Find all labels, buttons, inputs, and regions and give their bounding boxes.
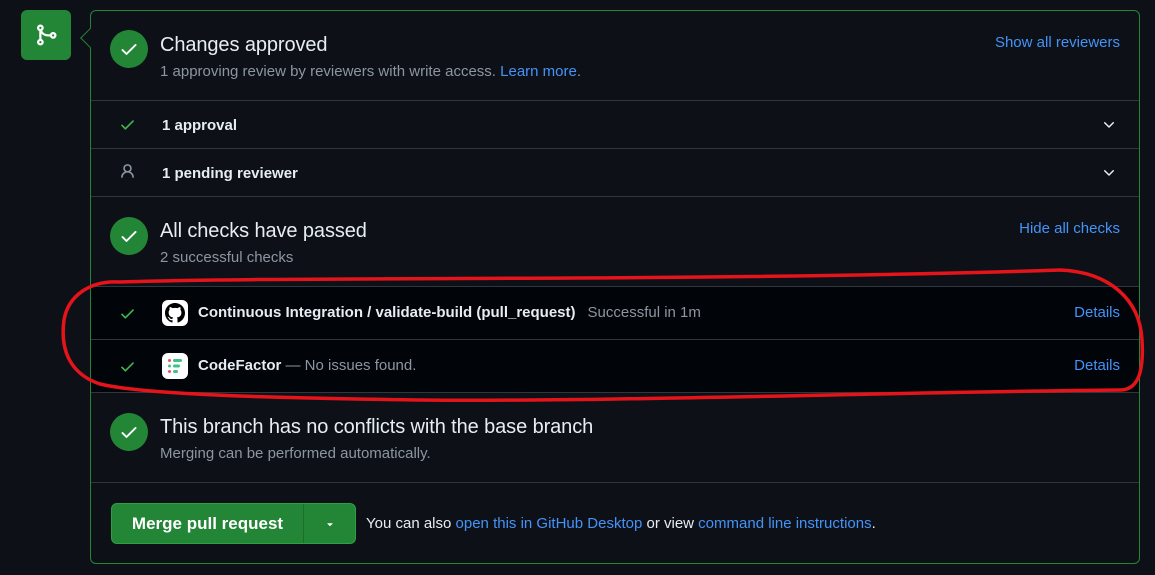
checks-subtitle: 2 successful checks (160, 249, 294, 266)
merge-note-prefix: You can also (366, 515, 452, 532)
conflicts-section: This branch has no conflicts with the ba… (91, 393, 1139, 483)
check-item-name: CodeFactor — No issues found. (198, 357, 416, 374)
show-all-reviewers-link[interactable]: Show all reviewers (995, 34, 1120, 51)
chevron-down-icon[interactable] (1101, 117, 1117, 138)
hide-all-checks-link[interactable]: Hide all checks (1019, 220, 1120, 237)
approval-row[interactable]: 1 approval (91, 101, 1139, 149)
chevron-down-icon[interactable] (1101, 165, 1117, 186)
check-item-codefactor: CodeFactor — No issues found. Details (91, 340, 1139, 393)
merge-note: You can also open this in GitHub Desktop… (366, 515, 876, 532)
git-merge-icon (21, 10, 71, 60)
conflicts-title: This branch has no conflicts with the ba… (160, 416, 594, 438)
check-circle-icon (110, 30, 148, 68)
merge-dropdown-button[interactable] (304, 504, 355, 543)
command-line-link[interactable]: command line instructions (698, 515, 871, 532)
check-icon (119, 358, 136, 380)
conflicts-subtitle: Merging can be performed automatically. (160, 445, 431, 462)
github-desktop-link[interactable]: open this in GitHub Desktop (456, 515, 643, 532)
codefactor-icon (162, 353, 188, 379)
approval-row-label: 1 approval (162, 117, 238, 134)
merge-note-end: . (871, 515, 876, 532)
check-icon (119, 305, 136, 327)
approval-subtitle: 1 approving review by reviewers with wri… (160, 63, 581, 80)
checks-section: All checks have passed 2 successful chec… (91, 197, 1139, 287)
merge-box: Changes approved 1 approving review by r… (80, 10, 1140, 564)
pending-reviewer-label: 1 pending reviewer (162, 165, 298, 182)
github-icon (162, 300, 188, 326)
pending-reviewer-row[interactable]: 1 pending reviewer (91, 149, 1139, 197)
approval-subtitle-end: . (576, 63, 582, 80)
check-item-name: Continuous Integration / validate-build … (198, 304, 701, 321)
details-link[interactable]: Details (1074, 304, 1120, 321)
check-item-ci: Continuous Integration / validate-build … (91, 287, 1139, 340)
check-icon (119, 116, 136, 138)
check-item-status: — No issues found. (285, 357, 417, 374)
check-item-status: Successful in 1m (587, 304, 701, 321)
approval-section: Changes approved 1 approving review by r… (91, 11, 1139, 101)
merge-note-middle: or view (646, 515, 694, 532)
approval-title: Changes approved (160, 34, 328, 56)
check-circle-icon (110, 217, 148, 255)
triangle-down-icon (326, 522, 333, 526)
merge-pull-request-button[interactable]: Merge pull request (112, 504, 304, 543)
learn-more-link[interactable]: Learn more (500, 63, 577, 80)
details-link[interactable]: Details (1074, 357, 1120, 374)
person-icon (119, 163, 136, 185)
merge-button-group: Merge pull request (111, 503, 356, 544)
checks-title: All checks have passed (160, 220, 367, 242)
check-item-title: Continuous Integration / validate-build … (198, 304, 576, 321)
approval-subtitle-text: 1 approving review by reviewers with wri… (160, 63, 496, 80)
check-circle-icon (110, 413, 148, 451)
check-item-title: CodeFactor (198, 357, 282, 374)
